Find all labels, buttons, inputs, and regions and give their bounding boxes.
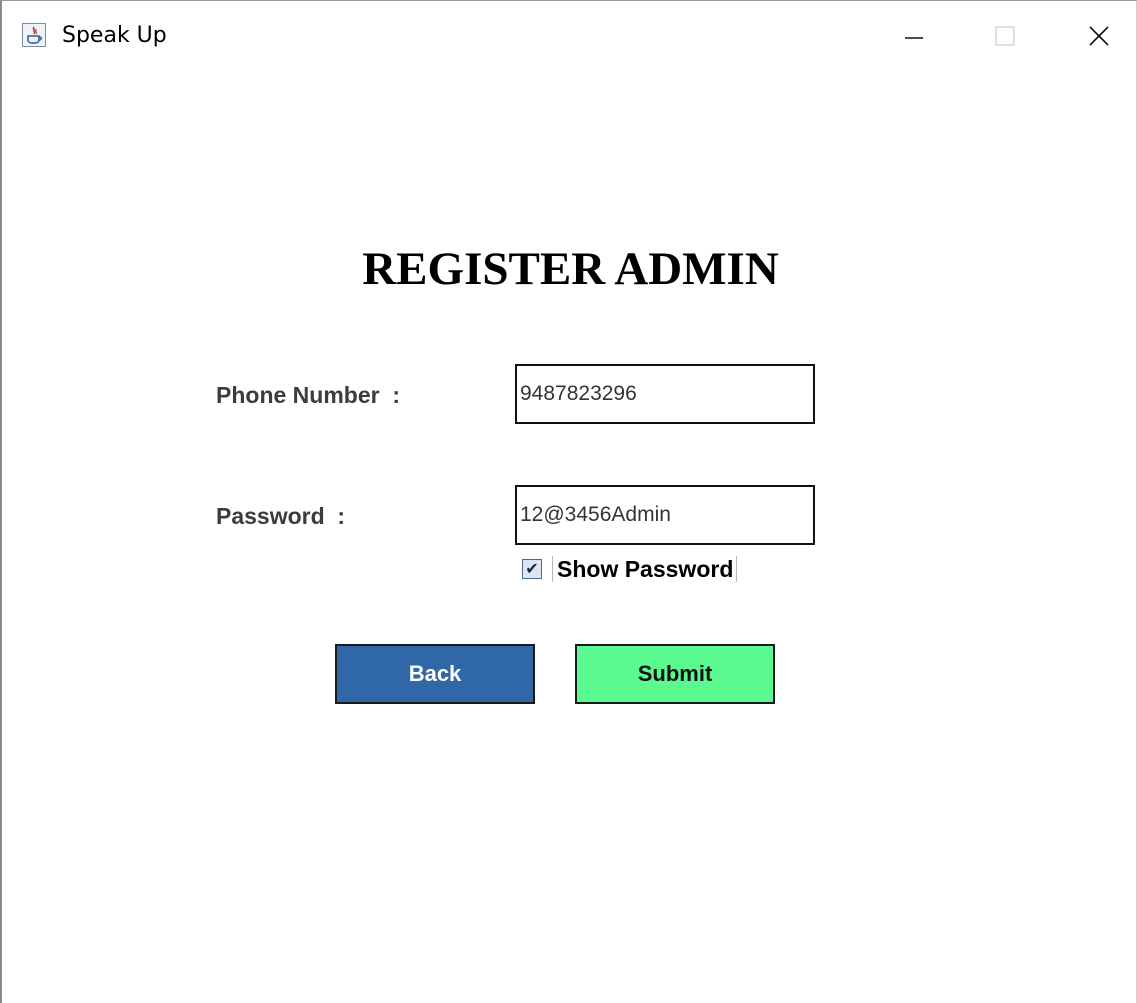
close-button[interactable]: [1075, 13, 1121, 57]
maximize-icon: [995, 26, 1015, 46]
close-icon: [1089, 26, 1109, 46]
title-bar[interactable]: Speak Up: [2, 1, 1136, 79]
page-title: REGISTER ADMIN: [362, 243, 779, 295]
password-label: Password :: [216, 503, 346, 529]
window-title: Speak Up: [62, 23, 167, 48]
focus-border-right: [736, 556, 738, 582]
checkmark-icon: ✔: [525, 559, 539, 578]
submit-button[interactable]: Submit: [575, 644, 775, 704]
show-password-checkbox[interactable]: ✔: [522, 559, 542, 579]
password-input[interactable]: [515, 485, 815, 545]
minimize-button[interactable]: [897, 13, 943, 57]
maximize-button[interactable]: [982, 13, 1028, 57]
app-window: Speak Up REGISTER ADMIN Phone Number : P…: [0, 0, 1137, 1003]
back-button[interactable]: Back: [335, 644, 535, 704]
phone-number-label: Phone Number :: [216, 382, 401, 408]
minimize-icon: [905, 37, 923, 39]
show-password-label[interactable]: Show Password: [557, 554, 733, 584]
phone-number-input[interactable]: [515, 364, 815, 424]
focus-border-left: [552, 556, 553, 582]
show-password-toggle[interactable]: ✔ Show Password: [522, 554, 738, 584]
java-app-icon[interactable]: [22, 23, 46, 47]
